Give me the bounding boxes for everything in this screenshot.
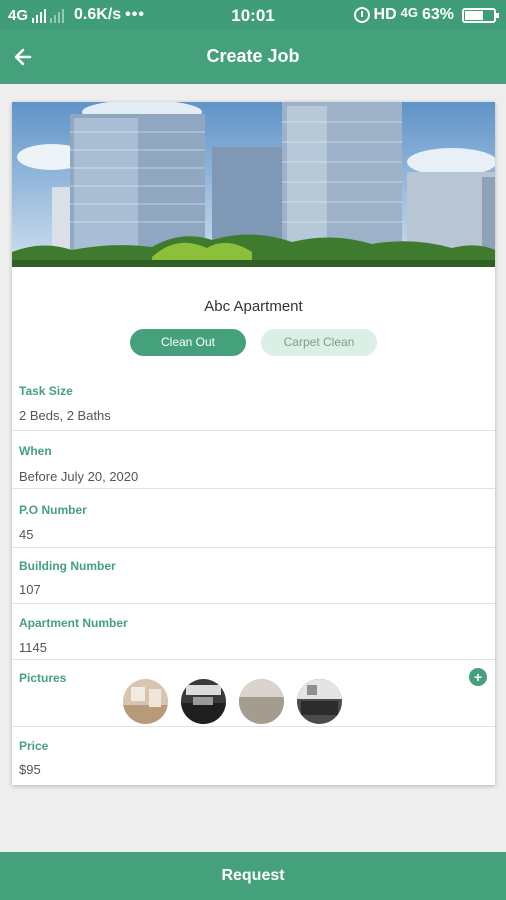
field-label: When (19, 444, 52, 458)
field-task-size[interactable]: Task Size 2 Beds, 2 Baths (12, 370, 495, 431)
app-bar: Create Job (0, 30, 506, 84)
field-value: Before July 20, 2020 (19, 469, 139, 484)
service-chip-clean-out[interactable]: Clean Out (130, 329, 246, 356)
page-title: Create Job (206, 46, 300, 66)
battery-percent: 63% (421, 6, 454, 23)
field-building-number[interactable]: Building Number 107 (12, 548, 495, 604)
picture-thumbnail[interactable] (239, 679, 284, 724)
battery-icon (462, 7, 499, 23)
picture-thumbnail[interactable] (123, 679, 168, 724)
field-label: Building Number (19, 559, 116, 573)
field-label: Pictures (19, 671, 67, 685)
picture-thumbnail[interactable] (181, 679, 226, 724)
field-when[interactable]: When Before July 20, 2020 (12, 431, 495, 489)
alarm-icon (353, 7, 370, 23)
field-value: 2 Beds, 2 Baths (19, 408, 111, 423)
building-photo (12, 102, 495, 267)
field-value: 1145 (19, 640, 47, 655)
picture-thumbnail[interactable] (297, 679, 342, 724)
building-name: Abc Apartment (204, 298, 303, 315)
status-right: HD 4G 63% (353, 4, 499, 24)
field-value: $95 (19, 762, 41, 777)
field-price[interactable]: Price $95 (12, 727, 495, 785)
field-label: Task Size (19, 384, 73, 398)
status-bar: 4G 0.6K/s ••• 10:01 HD 4G 63% (0, 0, 506, 30)
hd-indicator: HD (373, 6, 397, 23)
field-value: 107 (19, 582, 41, 597)
network-type-2: 4G (400, 4, 418, 20)
request-button[interactable]: Request (0, 852, 506, 900)
field-apartment-number[interactable]: Apartment Number 1145 (12, 604, 495, 660)
field-value: 45 (19, 527, 34, 542)
battery-level (465, 10, 483, 20)
field-po-number[interactable]: P.O Number 45 (12, 489, 495, 548)
plus-icon[interactable]: + (469, 668, 487, 686)
job-card: Abc Apartment Clean Out Carpet Clean Tas… (12, 102, 495, 785)
field-label: Price (19, 739, 49, 753)
field-label: P.O Number (19, 503, 87, 517)
field-label: Apartment Number (19, 616, 128, 630)
field-pictures: Pictures + (12, 660, 495, 727)
service-chip-carpet-clean[interactable]: Carpet Clean (261, 329, 377, 356)
